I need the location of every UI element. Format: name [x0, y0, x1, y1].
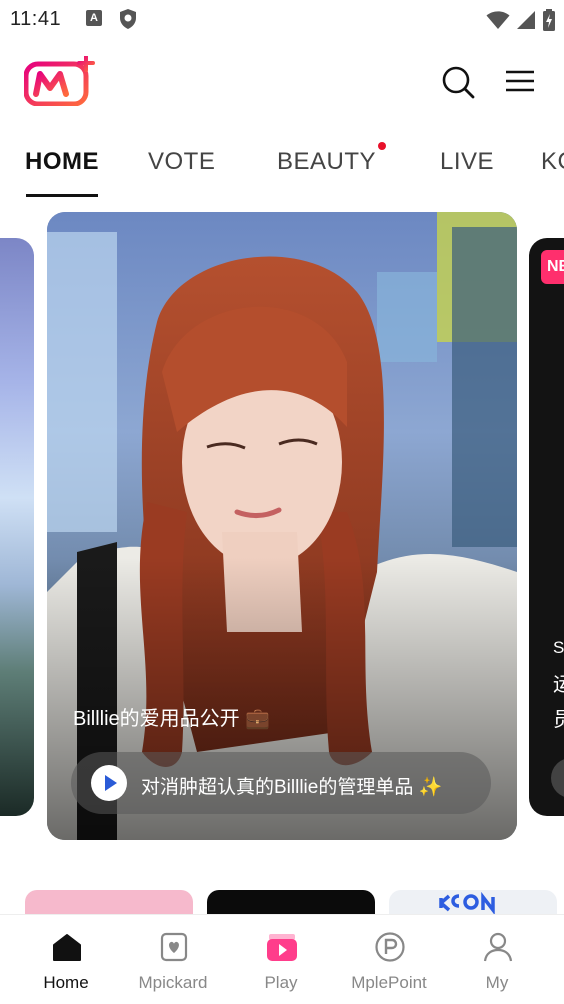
battery-icon — [542, 9, 556, 36]
nav-home[interactable]: Home — [12, 915, 120, 1004]
next-card-play-button — [551, 758, 564, 798]
featured-carousel[interactable]: Billlie的爱用品公开 💼 对消肿超认真的Billlie的管理单品 ✨ NE… — [0, 212, 564, 844]
card-play-pill[interactable]: 对消肿超认真的Billlie的管理单品 ✨ — [71, 752, 491, 814]
nav-mpickard[interactable]: Mpickard — [119, 915, 227, 1004]
play-tab-icon — [267, 934, 297, 961]
accessibility-a-icon: A — [86, 10, 102, 26]
tab-live[interactable]: LIVE — [440, 148, 494, 176]
next-card-text-1: S — [553, 638, 564, 657]
nav-mpickard-label: Mpickard — [138, 973, 208, 992]
tab-vote[interactable]: VOTE — [148, 148, 215, 176]
nav-mplepoint[interactable]: MplePoint — [335, 915, 443, 1004]
app-header — [0, 40, 564, 124]
video-thumbnail-image — [47, 212, 517, 840]
active-tab-indicator — [26, 194, 98, 197]
mnet-plus-logo[interactable] — [23, 54, 96, 107]
card-title: Billlie的爱用品公开 💼 — [73, 708, 271, 730]
new-badge: NE — [541, 250, 564, 284]
search-icon — [442, 66, 475, 99]
tab-beauty[interactable]: BEAUTY — [277, 148, 376, 176]
carousel-card-next[interactable]: NE S 运 员 — [529, 238, 564, 816]
card-description: 对消肿超认真的Billlie的管理单品 ✨ — [141, 777, 443, 798]
carousel-card-main[interactable]: Billlie的爱用品公开 💼 对消肿超认真的Billlie的管理单品 ✨ — [47, 212, 517, 840]
search-button[interactable] — [440, 64, 476, 100]
carousel-card-previous[interactable] — [0, 238, 34, 816]
nav-my-label: My — [485, 973, 509, 992]
tab-home[interactable]: HOME — [25, 148, 99, 176]
menu-button[interactable] — [502, 68, 538, 98]
nav-play[interactable]: Play — [227, 915, 335, 1004]
status-bar: 11:41 A — [0, 0, 564, 40]
play-icon — [105, 775, 117, 791]
nav-mplepoint-label: MplePoint — [351, 973, 427, 992]
status-time: 11:41 — [10, 8, 62, 30]
shield-icon — [118, 8, 138, 35]
home-icon — [53, 934, 81, 961]
nav-home-label: Home — [43, 973, 89, 992]
wifi-icon — [486, 10, 510, 35]
beauty-new-dot — [378, 142, 386, 150]
profile-icon — [483, 932, 513, 962]
nav-my[interactable]: My — [443, 915, 551, 1004]
play-button[interactable] — [91, 765, 127, 801]
mpickard-icon — [160, 932, 188, 962]
cellular-signal-icon — [516, 10, 536, 35]
nav-play-label: Play — [264, 973, 298, 992]
tab-kcon[interactable]: KC — [541, 148, 564, 176]
mplepoint-icon — [375, 932, 405, 962]
hamburger-menu-icon — [506, 70, 534, 92]
status-right-icons — [486, 9, 556, 36]
bottom-navigation: Home Mpickard Play MplePoint My — [0, 914, 564, 1004]
category-tabs: HOME VOTE BEAUTY LIVE KC — [0, 124, 564, 202]
next-card-text-2: 运 — [553, 674, 564, 696]
next-card-text-3: 员 — [553, 709, 564, 731]
